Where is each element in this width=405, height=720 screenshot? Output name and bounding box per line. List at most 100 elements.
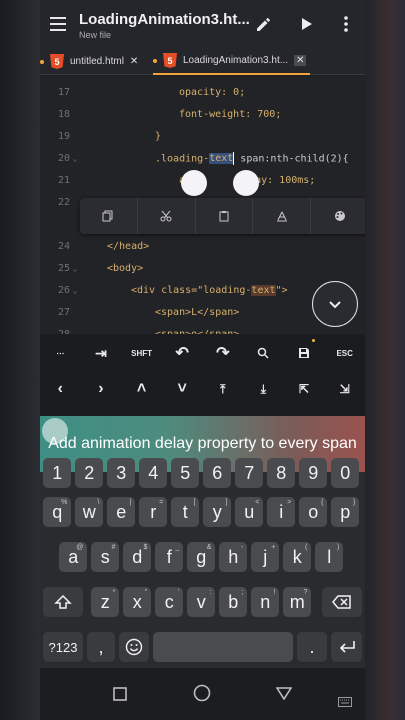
selection-start-handle[interactable] (181, 170, 207, 196)
letter-key[interactable]: k( (283, 542, 312, 572)
letter-key[interactable]: u < (235, 497, 264, 527)
letter-key[interactable]: i > (267, 497, 296, 527)
keyboard-icon (338, 697, 352, 707)
palette-icon[interactable] (311, 198, 365, 234)
close-icon[interactable]: ✕ (130, 56, 138, 67)
key-label: o (308, 501, 319, 522)
run-play-icon[interactable] (296, 14, 316, 34)
number-key[interactable]: 9 (299, 458, 328, 488)
page-down-key[interactable]: ⤓ (243, 371, 284, 407)
home-key[interactable]: ⇱ (284, 371, 325, 407)
soft-keyboard: 1234567890 q% w \ e | r = t[y] u < i > o{p} a @ s # d $ f _… (40, 458, 365, 668)
tab-loadinganimation3[interactable]: 5 LoadingAnimation3.ht... ✕ (153, 48, 311, 75)
unsaved-dot (312, 339, 316, 342)
number-key[interactable]: 2 (75, 458, 104, 488)
letter-key[interactable]: c ' (155, 587, 184, 617)
number-key[interactable]: 7 (235, 458, 264, 488)
number-key[interactable]: 8 (267, 458, 296, 488)
arrow-up-key[interactable]: ˄ (121, 371, 162, 407)
selection-end-handle[interactable] (233, 170, 259, 196)
recents-button[interactable] (113, 686, 127, 705)
key-label: j (263, 546, 268, 567)
key-label: d (132, 546, 143, 567)
backspace-key[interactable] (322, 587, 362, 617)
fold-chevron-icon[interactable]: ⌄ (70, 264, 80, 273)
symbols-key[interactable]: ?123 (43, 632, 83, 662)
letter-key[interactable]: s # (91, 542, 120, 572)
letter-key[interactable]: t[ (171, 497, 200, 527)
letter-key[interactable]: o{ (299, 497, 328, 527)
letter-key[interactable]: d $ (123, 542, 152, 572)
letter-key[interactable]: g & (187, 542, 216, 572)
arrow-left-key[interactable]: ‹ (40, 371, 81, 407)
line-number: 24 (57, 240, 70, 252)
page-up-key[interactable]: ⤒ (203, 371, 244, 407)
copy-icon[interactable] (80, 198, 138, 234)
search-key[interactable] (243, 335, 284, 371)
letter-key[interactable]: q% (43, 497, 72, 527)
tab-untitled[interactable]: 5 untitled.html ✕ (40, 48, 138, 75)
close-icon[interactable]: ✕ (294, 55, 307, 66)
letter-key[interactable]: e | (107, 497, 136, 527)
enter-key[interactable] (331, 632, 362, 662)
line-number: 27 (57, 306, 70, 318)
letter-key[interactable]: l) (315, 542, 344, 572)
end-key[interactable]: ⇲ (324, 371, 365, 407)
number-key[interactable]: 4 (139, 458, 168, 488)
emoji-key[interactable] (119, 632, 149, 662)
scroll-down-button[interactable] (312, 281, 358, 327)
redo-key[interactable]: ↷ (203, 335, 244, 371)
fold-chevron-icon[interactable]: ⌄ (70, 154, 80, 163)
number-key[interactable]: 5 (171, 458, 200, 488)
number-key[interactable]: 1 (43, 458, 72, 488)
save-key[interactable] (284, 335, 325, 371)
letter-key[interactable]: z * (91, 587, 120, 617)
key-label: s (100, 546, 110, 567)
letter-key[interactable]: x " (123, 587, 152, 617)
comma-key[interactable]: , (87, 632, 115, 662)
arrow-right-key[interactable]: › (81, 371, 122, 407)
letter-key[interactable]: v: (187, 587, 216, 617)
letter-key[interactable]: h- (219, 542, 248, 572)
key-hint: < (255, 499, 260, 506)
arrow-down-key[interactable]: ˅ (162, 371, 203, 407)
paste-icon[interactable] (196, 198, 254, 234)
cut-icon[interactable] (138, 198, 196, 234)
letter-row-q: q% w \ e | r = t[y] u < i > o{p} (40, 497, 365, 529)
edit-pencil-icon[interactable] (254, 14, 274, 34)
letter-key[interactable]: j + (251, 542, 280, 572)
shift-key[interactable]: SHFT (121, 335, 162, 371)
shift-key[interactable] (43, 587, 83, 617)
menu-icon[interactable] (50, 17, 66, 31)
format-icon[interactable] (253, 198, 312, 234)
letter-key[interactable]: y] (203, 497, 232, 527)
key-hint: * (112, 589, 116, 596)
key-label: x (132, 591, 142, 612)
fold-chevron-icon[interactable]: ⌄ (70, 286, 80, 295)
number-key[interactable]: 6 (203, 458, 232, 488)
number-key[interactable]: 3 (107, 458, 136, 488)
letter-key[interactable]: a @ (59, 542, 88, 572)
keyboard-switch-button[interactable] (338, 692, 352, 711)
more-keys-key[interactable]: ⋯ (40, 335, 81, 371)
code-text: opacity: 0; (179, 86, 246, 98)
letter-key[interactable]: m? (283, 587, 312, 617)
back-button[interactable] (275, 685, 293, 704)
tab-label: untitled.html (70, 56, 124, 67)
letter-key[interactable]: r = (139, 497, 168, 527)
key-label: p (340, 501, 351, 522)
more-options-icon[interactable] (336, 14, 356, 34)
tab-key[interactable]: ⇥ (81, 335, 122, 371)
letter-key[interactable]: f _ (155, 542, 184, 572)
period-key[interactable]: . (297, 632, 327, 662)
home-button[interactable] (193, 684, 211, 706)
escape-key[interactable]: ESC (324, 335, 365, 371)
line-number: 19 (57, 130, 70, 142)
letter-key[interactable]: p} (331, 497, 360, 527)
letter-key[interactable]: w \ (75, 497, 104, 527)
space-bar[interactable] (153, 632, 293, 662)
undo-key[interactable]: ↶ (162, 335, 203, 371)
number-key[interactable]: 0 (331, 458, 360, 488)
letter-key[interactable]: n! (251, 587, 280, 617)
letter-key[interactable]: b; (219, 587, 248, 617)
